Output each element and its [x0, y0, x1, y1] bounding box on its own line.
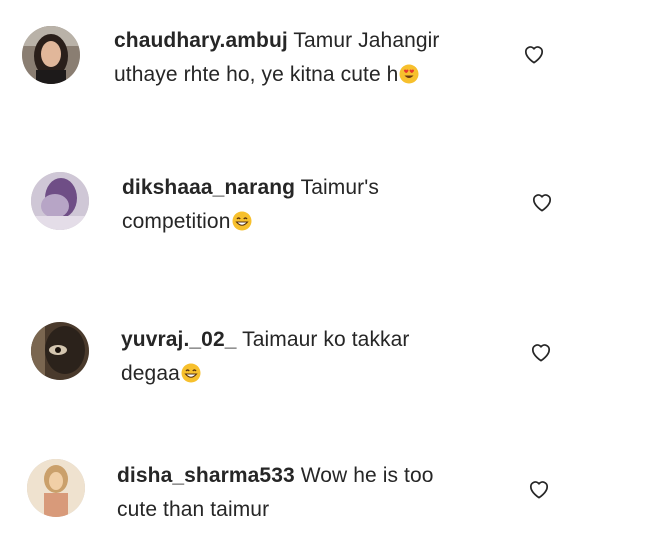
comment-item: disha_sharma533 Wow he is too cute than …	[0, 455, 650, 545]
comment-username[interactable]: yuvraj._02_	[121, 328, 237, 351]
comment-item: yuvraj._02_ Taimaur ko takkar degaa	[0, 317, 650, 407]
comment-text: disha_sharma533 Wow he is too cute than …	[117, 459, 434, 527]
comment-item: dikshaaa_narang Taimur's competition	[0, 166, 650, 256]
comment-body: Taimur's	[300, 176, 379, 199]
grinning-emoji	[181, 363, 201, 383]
comment-username[interactable]: disha_sharma533	[117, 464, 295, 487]
comment-text: dikshaaa_narang Taimur's competition	[122, 171, 379, 239]
comment-body: Taimaur ko takkar	[242, 328, 410, 351]
comment-body: uthaye rhte ho, ye kitna cute h	[114, 63, 399, 86]
heart-outline-icon[interactable]	[523, 44, 545, 64]
comment-body: cute than taimur	[117, 498, 270, 521]
comment-body: competition	[122, 210, 231, 233]
heart-outline-icon[interactable]	[531, 192, 553, 212]
heart-outline-icon[interactable]	[530, 342, 552, 362]
avatar[interactable]	[31, 172, 89, 230]
comment-item: chaudhary.ambuj Tamur Jahangir uthaye rh…	[0, 20, 650, 110]
comment-username[interactable]: dikshaaa_narang	[122, 176, 295, 199]
avatar[interactable]	[27, 459, 85, 517]
comment-text: yuvraj._02_ Taimaur ko takkar degaa	[121, 323, 410, 391]
heart-outline-icon[interactable]	[528, 479, 550, 499]
avatar[interactable]	[22, 26, 80, 84]
avatar[interactable]	[31, 322, 89, 380]
comment-username[interactable]: chaudhary.ambuj	[114, 29, 288, 52]
comment-body: Tamur Jahangir	[293, 29, 440, 52]
comment-body: degaa	[121, 362, 180, 385]
comment-text: chaudhary.ambuj Tamur Jahangir uthaye rh…	[114, 24, 440, 92]
grinning-emoji	[232, 211, 252, 231]
heart-eyes-emoji	[399, 64, 419, 84]
comment-body: Wow he is too	[300, 464, 434, 487]
